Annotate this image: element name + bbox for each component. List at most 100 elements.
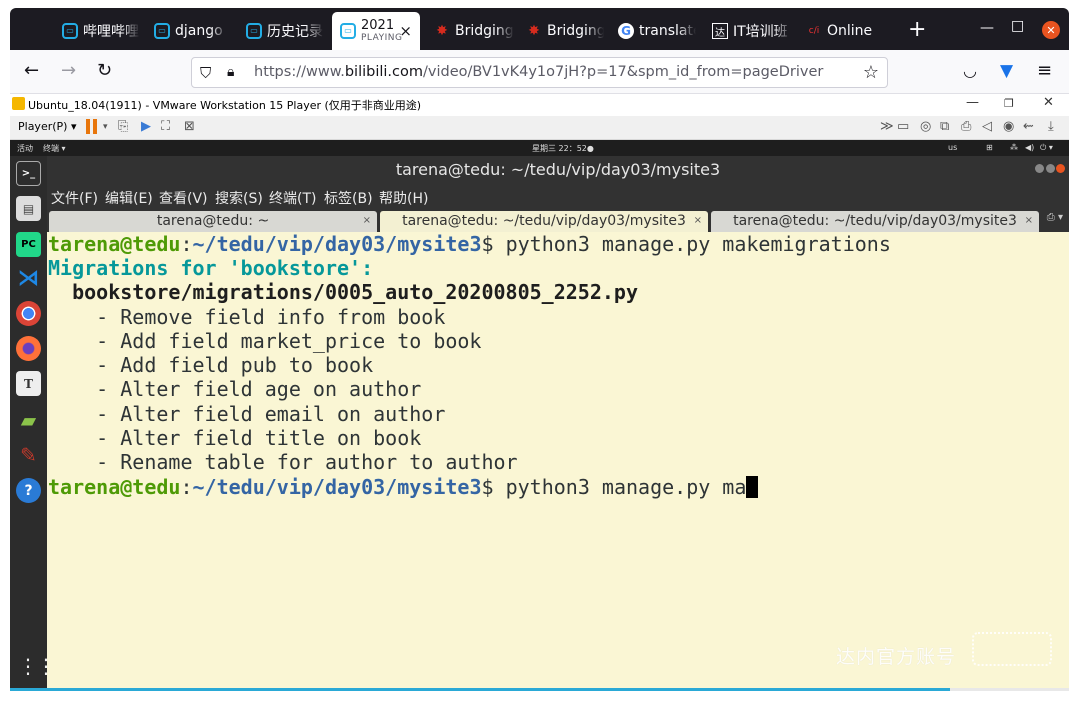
tab-translate[interactable]: G translate bbox=[610, 14, 696, 48]
vm-restore-icon[interactable]: ❐ bbox=[1004, 97, 1014, 110]
activities-button[interactable]: 活动 bbox=[17, 143, 33, 154]
input-source-indicator[interactable]: us bbox=[948, 143, 957, 152]
menu-file[interactable]: 文件(F) bbox=[51, 188, 98, 208]
terminal-output[interactable]: tarena@tedu:~/tedu/vip/day03/mysite3$ py… bbox=[47, 232, 1069, 690]
pycharm-icon[interactable]: PC bbox=[16, 232, 41, 257]
files-icon[interactable]: ▤ bbox=[16, 196, 41, 221]
books-icon[interactable]: ▰ bbox=[16, 407, 41, 432]
menu-edit[interactable]: 编辑(E) bbox=[105, 188, 153, 208]
vmware-toolbar: Player(P) ▾ ▾ ⎘ ▶ ⛶ ⊠ ≫ ▭ ◎ ⧉ ⎙ ◁ ◉ ⇜ ⤓ bbox=[10, 116, 1069, 140]
tab-list-icon[interactable]: ⎙ ▾ bbox=[1047, 212, 1063, 223]
prompt-line-1: tarena@tedu:~/tedu/vip/day03/mysite3$ py… bbox=[48, 232, 891, 256]
pause-icon[interactable] bbox=[86, 119, 97, 134]
close-terminal-tab-icon[interactable]: × bbox=[1025, 211, 1033, 231]
reload-icon[interactable]: ↻ bbox=[97, 62, 112, 80]
terminal-icon[interactable]: >_ bbox=[16, 161, 41, 186]
unity-icon[interactable]: ⊠ bbox=[184, 119, 195, 134]
terminal-tab-third[interactable]: tarena@tedu: ~/tedu/vip/day03/mysite3 × bbox=[711, 211, 1039, 232]
terminal-tab-active[interactable]: tarena@tedu: ~/tedu/vip/day03/mysite3 × bbox=[380, 211, 708, 232]
firefox-icon[interactable] bbox=[16, 336, 41, 361]
ubuntu-top-panel: 活动 终端 ▾ 星期三 22：52● us ⊞ ⁂ ◀) ⏻ ▾ bbox=[10, 140, 1069, 156]
lock-icon[interactable]: 🔒︎ bbox=[227, 64, 234, 80]
cdrom-icon[interactable]: ◎ bbox=[920, 119, 931, 134]
tab-online[interactable]: c/i Online bbox=[798, 14, 888, 48]
vscode-icon[interactable]: ⋊ bbox=[16, 266, 41, 291]
camera-icon[interactable]: ◉ bbox=[1003, 119, 1014, 134]
maximize-icon[interactable]: □ bbox=[1011, 18, 1024, 34]
bookmark-star-icon[interactable]: ☆ bbox=[863, 62, 879, 83]
migration-op: - Alter field email on author bbox=[48, 402, 446, 426]
prompt-user: tarena@tedu bbox=[48, 475, 181, 499]
watermark-logo-icon bbox=[972, 632, 1052, 666]
migration-op: - Alter field age on author bbox=[48, 377, 422, 401]
tab-active-video[interactable]: ▭ 2021 PLAYING × bbox=[332, 12, 420, 50]
hamburger-menu-icon[interactable]: ≡ bbox=[1037, 62, 1052, 80]
vm-close-icon[interactable]: ✕ bbox=[1043, 95, 1054, 110]
vm-minimize-icon[interactable]: — bbox=[966, 95, 979, 110]
menu-terminal[interactable]: 终端(T) bbox=[269, 188, 316, 208]
send-keys-icon[interactable]: ⎘ bbox=[118, 119, 128, 134]
tab-django[interactable]: ▭ django bbox=[146, 14, 228, 48]
close-tab-icon[interactable]: × bbox=[399, 22, 412, 40]
menu-view[interactable]: 查看(V) bbox=[159, 188, 208, 208]
tab-bilibili-home[interactable]: ▭ 哔哩哔哩 bbox=[54, 14, 140, 48]
more-devices-icon[interactable]: ≫ bbox=[880, 119, 894, 134]
maple-leaf-icon: ✸ bbox=[528, 23, 540, 39]
terminal-minimize-icon[interactable] bbox=[1035, 164, 1044, 173]
power-icon[interactable]: ⏻ ▾ bbox=[1040, 143, 1053, 153]
google-icon: G bbox=[618, 23, 634, 39]
hdd-icon[interactable]: ▭ bbox=[897, 119, 909, 134]
watermark-text: 达内官方账号 bbox=[836, 646, 957, 668]
new-tab-button[interactable]: + bbox=[908, 19, 926, 41]
migration-op: - Add field market_price to book bbox=[48, 329, 482, 353]
text-cursor bbox=[746, 476, 759, 498]
migration-file: bookstore/migrations/0005_auto_20200805_… bbox=[48, 280, 639, 304]
close-window-icon[interactable]: ✕ bbox=[1042, 21, 1060, 39]
show-applications-icon[interactable]: ⋮⋮⋮ bbox=[18, 656, 74, 676]
shield-icon[interactable]: ⛉ bbox=[200, 64, 211, 82]
clock[interactable]: 星期三 22：52● bbox=[532, 143, 594, 154]
url-text[interactable]: https://www.bilibili.com/video/BV1vK4y1o… bbox=[254, 64, 823, 80]
forward-arrow-icon[interactable]: → bbox=[61, 62, 76, 80]
tab-bridging-2[interactable]: ✸ Bridging bbox=[518, 14, 604, 48]
terminal-tab-label: tarena@tedu: ~ bbox=[156, 213, 270, 229]
tab-it-training[interactable]: 达 IT培训班 bbox=[704, 14, 792, 48]
app-menu[interactable]: 终端 ▾ bbox=[43, 143, 66, 154]
accessibility-icon[interactable]: ⊞ bbox=[986, 143, 993, 152]
removable-devices-icon[interactable]: ▶ bbox=[141, 119, 151, 134]
tab-history[interactable]: ▭ 历史记录 bbox=[238, 14, 324, 48]
screen: ▭ 哔哩哔哩 ▭ django ▭ 历史记录 ▭ 2021 PLAYING × … bbox=[0, 0, 1079, 701]
fullscreen-icon[interactable]: ⛶ bbox=[161, 119, 170, 134]
volume-icon[interactable]: ◀) bbox=[1025, 143, 1034, 152]
sound-icon[interactable]: ◁ bbox=[982, 119, 992, 134]
url-bar[interactable]: ⛉ 🔒︎ https://www.bilibili.com/video/BV1v… bbox=[191, 57, 888, 88]
player-menu[interactable]: Player(P) ▾ bbox=[18, 120, 76, 133]
terminal-tab-home[interactable]: tarena@tedu: ~ × bbox=[49, 211, 377, 232]
network-tray-icon[interactable]: ⁂ bbox=[1010, 143, 1018, 152]
terminal-tab-label: tarena@tedu: ~/tedu/vip/day03/mysite3 bbox=[733, 213, 1017, 229]
extension-icon[interactable]: ▼ bbox=[1000, 62, 1013, 80]
network-icon[interactable]: ⧉ bbox=[940, 119, 949, 134]
terminal-menubar: 文件(F) 编辑(E) 查看(V) 搜索(S) 终端(T) 标签(B) 帮助(H… bbox=[47, 184, 1069, 208]
typora-icon[interactable]: T bbox=[16, 371, 41, 396]
menu-search[interactable]: 搜索(S) bbox=[215, 188, 263, 208]
terminal-close-icon[interactable] bbox=[1056, 164, 1065, 173]
terminal-maximize-icon[interactable] bbox=[1046, 164, 1055, 173]
ubuntu-dock: >_ ▤ PC ⋊ T ▰ ✎ ? ⋮⋮⋮ bbox=[10, 156, 74, 690]
tools-icon[interactable]: ✎ bbox=[16, 442, 41, 467]
download-icon[interactable]: ⤓ bbox=[1048, 119, 1054, 134]
menu-help[interactable]: 帮助(H) bbox=[379, 188, 428, 208]
help-icon[interactable]: ? bbox=[16, 478, 41, 503]
tab-bridging-1[interactable]: ✸ Bridging bbox=[426, 14, 514, 48]
menu-tabs[interactable]: 标签(B) bbox=[324, 188, 373, 208]
chrome-icon[interactable] bbox=[16, 301, 41, 326]
minimize-icon[interactable]: — bbox=[980, 20, 994, 36]
pocket-icon[interactable]: ◡ bbox=[963, 62, 977, 80]
printer-icon[interactable]: ⎙ bbox=[961, 119, 971, 134]
migration-op: - Add field pub to book bbox=[48, 353, 374, 377]
close-terminal-tab-icon[interactable]: × bbox=[363, 211, 371, 231]
close-terminal-tab-icon[interactable]: × bbox=[694, 211, 702, 231]
pause-dropdown-icon[interactable]: ▾ bbox=[103, 122, 108, 132]
back-arrow-icon[interactable]: ← bbox=[24, 62, 39, 80]
usb-icon[interactable]: ⇜ bbox=[1023, 119, 1034, 134]
